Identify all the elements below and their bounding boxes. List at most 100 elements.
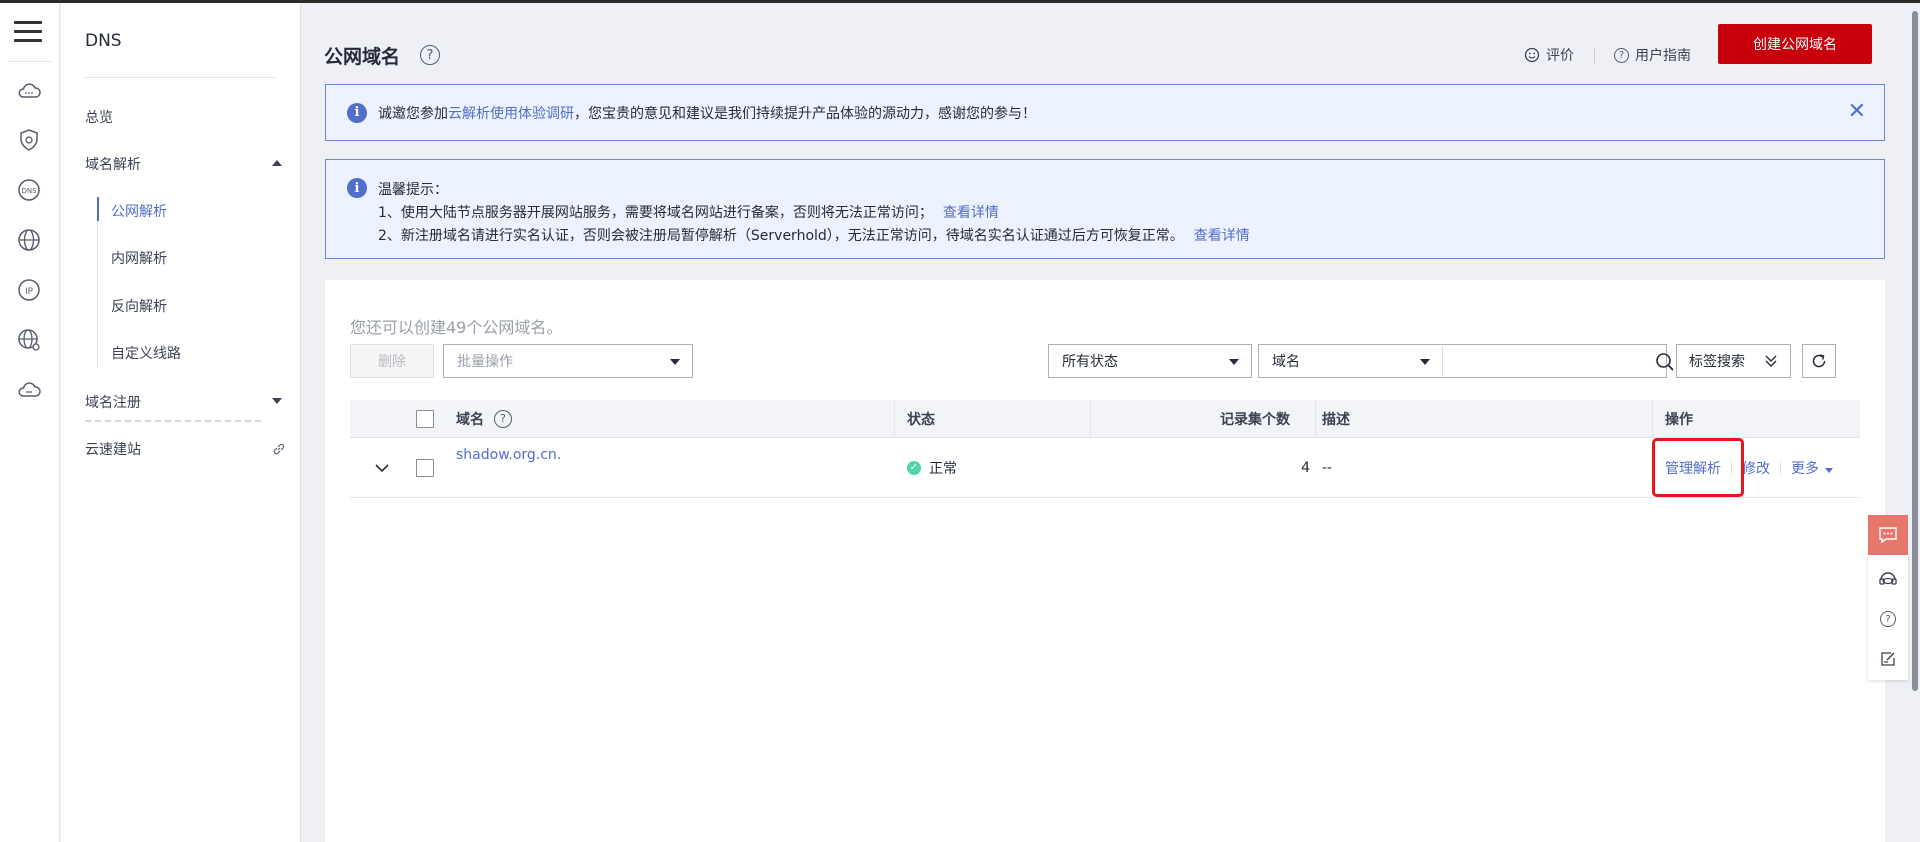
select-all-cell [416, 400, 434, 437]
table-header: 域名 ? 状态 记录集个数 描述 操作 [350, 400, 1860, 438]
nav-item-custom-lines[interactable]: 自定义线路 [111, 343, 181, 363]
more-dropdown[interactable]: 更多 [1791, 458, 1833, 478]
tag-search-button[interactable]: 标签搜索 [1676, 344, 1791, 378]
tips-line-1-text: 1、使用大陆节点服务器开展网站服务，需要将域名网站进行备案，否则将无法正常访问； [378, 205, 933, 221]
tips-panel: i 温馨提示： 1、使用大陆节点服务器开展网站服务，需要将域名网站进行备案，否则… [325, 159, 1885, 259]
nav-item-reverse-resolution[interactable]: 反向解析 [111, 296, 167, 316]
row-checkbox[interactable] [416, 458, 434, 477]
feedback-link[interactable]: 评价 [1524, 45, 1574, 65]
tag-search-label: 标签搜索 [1689, 354, 1745, 370]
cloud-icon[interactable] [14, 76, 44, 106]
nav-item-domain-registration[interactable]: 域名注册 [85, 392, 141, 412]
caret-up-icon[interactable] [272, 160, 282, 166]
user-guide-link[interactable]: ? 用户指南 [1614, 45, 1691, 65]
row-record-count: 4 [1301, 459, 1310, 476]
create-public-domain-button[interactable]: 创建公网域名 [1718, 24, 1872, 64]
status-filter-label: 所有状态 [1062, 354, 1118, 370]
user-guide-label: 用户指南 [1635, 48, 1691, 64]
check-circle-icon: ✓ [907, 460, 921, 475]
row-description: -- [1322, 459, 1333, 476]
icon-rail: DNS IP [0, 3, 60, 842]
search-input[interactable] [1442, 344, 1667, 378]
svg-text:IP: IP [25, 287, 34, 297]
help-circle-icon[interactable]: ? [1878, 609, 1898, 629]
status-filter-select[interactable]: 所有状态 [1048, 344, 1252, 378]
smile-icon [1524, 47, 1540, 63]
close-icon[interactable]: ✕ [1848, 101, 1866, 123]
header-domain: 域名 ? [456, 400, 512, 437]
nav-item-site-builder[interactable]: 云速建站 [85, 439, 141, 459]
expand-row-icon[interactable] [374, 438, 390, 497]
column-divider [1652, 400, 1653, 437]
header-domain-label: 域名 [456, 411, 484, 428]
scrollbar-thumb[interactable] [1912, 11, 1918, 691]
header-status: 状态 [907, 411, 935, 428]
header-operation: 操作 [1665, 411, 1693, 428]
nav-item-public-resolution[interactable]: 公网解析 [111, 201, 167, 221]
tips-line-2: 2、新注册域名请进行实名认证，否则会被注册局暂停解析（Serverhold），无… [378, 225, 1250, 245]
edit-note-icon[interactable] [1878, 649, 1898, 669]
scrollbar[interactable] [1910, 3, 1920, 842]
dns-icon[interactable]: DNS [14, 175, 44, 205]
nav-title: DNS [85, 31, 122, 51]
header-description: 描述 [1322, 411, 1350, 428]
more-label: 更多 [1791, 460, 1819, 477]
nav-item-domain-resolution[interactable]: 域名解析 [85, 154, 141, 174]
rail-divider [8, 61, 52, 62]
domain-list-card: 您还可以创建49个公网域名。 删除 批量操作 所有状态 域名 标签搜索 域名 ? [325, 280, 1885, 842]
row-status-text: 正常 [929, 460, 957, 477]
domain-help-icon[interactable]: ? [494, 409, 512, 428]
info-icon: i [347, 178, 367, 198]
subnav-line [97, 197, 98, 369]
chevron-down-icon [670, 359, 680, 365]
feedback-label: 评价 [1546, 48, 1574, 64]
caret-down-icon [1825, 467, 1833, 473]
row-domain-cell: shadow.org.cn. [456, 440, 561, 470]
refresh-icon [1812, 354, 1826, 368]
svg-text:DNS: DNS [21, 187, 37, 195]
nav-item-private-resolution[interactable]: 内网解析 [111, 248, 167, 268]
nav-item-overview[interactable]: 总览 [85, 107, 113, 127]
chevron-down-icon [1420, 359, 1430, 365]
quota-text: 您还可以创建49个公网域名。 [350, 318, 563, 337]
caret-down-icon[interactable] [272, 398, 282, 404]
header-record-count: 记录集个数 [1220, 411, 1290, 428]
select-all-checkbox[interactable] [416, 409, 434, 428]
chat-button[interactable] [1868, 515, 1908, 555]
column-divider [894, 400, 895, 437]
column-divider [1315, 400, 1316, 437]
bulk-action-select[interactable]: 批量操作 [443, 344, 693, 378]
help-icon[interactable]: ? [420, 45, 440, 65]
external-link-icon[interactable] [272, 442, 286, 456]
survey-notice: i 诚邀您参加 云解析使用体验调研 ，您宝贵的意见和建议是我们持续提升产品体验的源动… [325, 84, 1885, 141]
headset-icon[interactable] [1878, 569, 1898, 589]
refresh-button[interactable] [1802, 344, 1836, 378]
shield-icon[interactable] [14, 125, 44, 155]
search-icon[interactable] [1655, 352, 1675, 372]
subnav-active-indicator [97, 197, 99, 221]
network-globe-icon[interactable] [14, 325, 44, 355]
notice-prefix: 诚邀您参加 [378, 105, 448, 122]
survey-link[interactable]: 云解析使用体验调研 [448, 103, 574, 123]
ip-icon[interactable]: IP [14, 275, 44, 305]
globe-icon[interactable] [14, 225, 44, 255]
header-divider [1594, 49, 1595, 63]
delete-button[interactable]: 删除 [350, 344, 434, 378]
main-content: 公网域名 ? 评价 ? 用户指南 创建公网域名 i 诚邀您参加 云解析使用体验调研… [302, 3, 1920, 842]
cloud-connect-icon[interactable] [14, 375, 44, 405]
action-divider [1780, 460, 1781, 475]
notice-suffix: ，您宝贵的意见和建议是我们持续提升产品体验的源动力，感谢您的参与！ [574, 105, 1036, 122]
highlight-box [1652, 438, 1744, 497]
hamburger-menu-icon[interactable] [14, 21, 42, 45]
tips-line-2-text: 2、新注册域名请进行实名认证，否则会被注册局暂停解析（Serverhold），无… [378, 228, 1184, 244]
view-details-link-2[interactable]: 查看详情 [1194, 228, 1250, 244]
domain-name-link[interactable]: shadow.org.cn. [456, 447, 561, 463]
edit-link[interactable]: 修改 [1742, 458, 1770, 478]
row-status-cell: ✓ 正常 [907, 438, 957, 497]
search-field-select[interactable]: 域名 [1258, 344, 1443, 378]
info-icon: i [347, 102, 367, 123]
row-select-cell [416, 438, 434, 497]
search-field-label: 域名 [1272, 354, 1300, 370]
nav-dashed-divider [85, 420, 261, 422]
view-details-link-1[interactable]: 查看详情 [943, 205, 999, 221]
